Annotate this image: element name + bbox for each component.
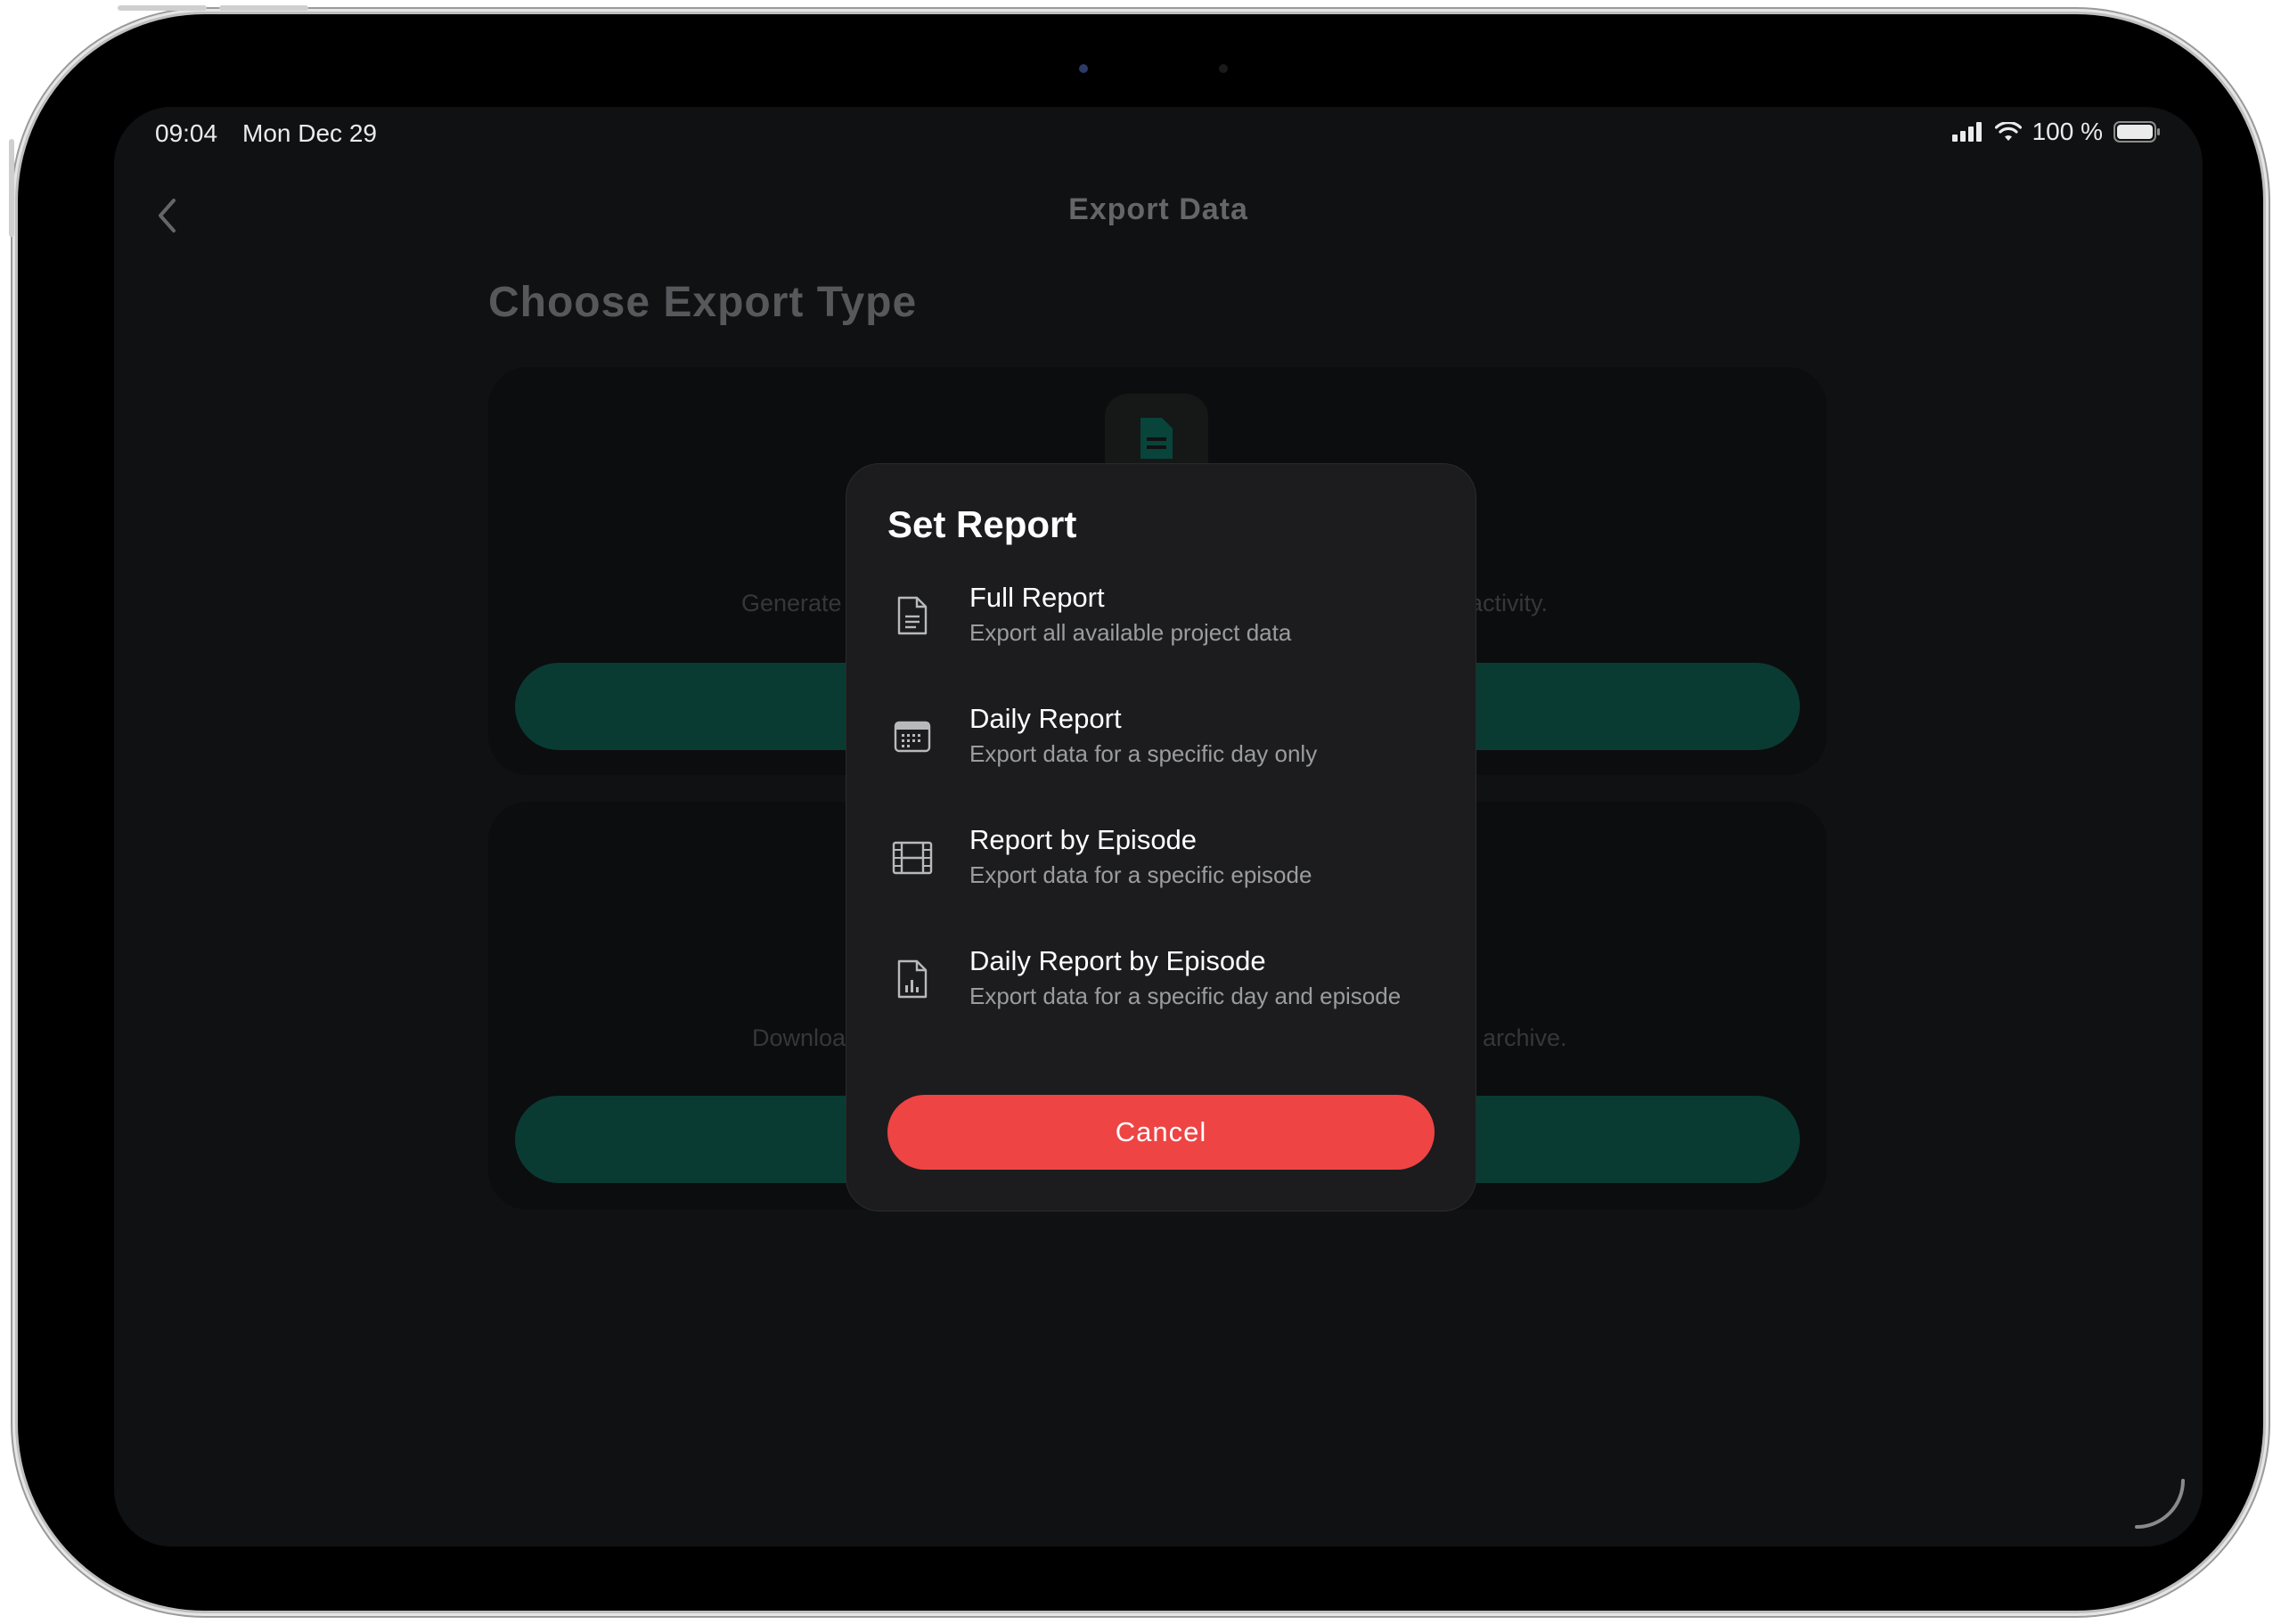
option-full-report[interactable]: Full Report Export all available project… [887,573,1449,671]
dialog-title: Set Report [887,503,1077,545]
option-subtitle: Export data for a specific episode [969,861,1312,888]
option-daily-report-by-episode[interactable]: Daily Report by Episode Export data for … [887,936,1449,1034]
option-subtitle: Export data for a specific day only [969,740,1318,767]
option-label: Daily Report by Episode [969,945,1266,976]
calendar-icon [887,712,937,762]
tablet-frame: 09:04 Mon Dec 29 100 % Export Data Choos… [9,5,2263,1611]
volume-button [219,5,308,11]
option-label: Full Report [969,582,1105,613]
home-indicator-icon [2135,1479,2185,1529]
option-report-by-episode[interactable]: Report by Episode Export data for a spec… [887,815,1449,913]
option-label: Report by Episode [969,824,1198,855]
film-icon [887,833,937,883]
front-camera [1079,64,1088,73]
option-subtitle: Export data for a specific day and episo… [969,983,1402,1009]
document-icon [887,591,937,641]
option-subtitle: Export all available project data [969,619,1292,646]
screen: 09:04 Mon Dec 29 100 % Export Data Choos… [114,107,2203,1546]
option-daily-report[interactable]: Daily Report Export data for a specific … [887,694,1449,792]
power-button [9,139,14,237]
option-label: Daily Report [969,703,1122,734]
set-report-dialog: Set Report Full Report Export all availa… [846,463,1476,1212]
volume-button [118,5,207,11]
sensor [1219,64,1228,73]
chart-document-icon [887,954,937,1004]
cancel-button[interactable]: Cancel [887,1095,1435,1170]
